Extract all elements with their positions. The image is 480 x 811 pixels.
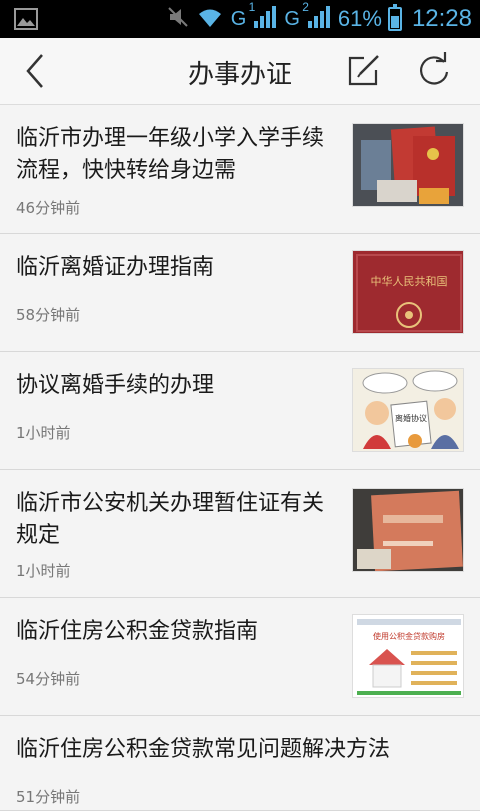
back-icon — [26, 54, 43, 88]
edit-icon — [348, 55, 379, 86]
signal-icon — [306, 5, 332, 34]
list-item[interactable]: 临沂离婚证办理指南 58分钟前 中华人民共和国 — [0, 234, 480, 352]
image-icon — [14, 8, 38, 35]
clock: 12:28 — [411, 5, 472, 32]
status-bar: G1 G2 61% 12:28 — [0, 0, 480, 38]
article-list: 临沂市办理一年级小学入学手续流程，快快转给身边需 46分钟前 临沂离婚证办理指南… — [0, 105, 480, 811]
svg-text:离婚协议: 离婚协议 — [395, 413, 427, 423]
article-title: 临沂离婚证办理指南 — [16, 255, 215, 280]
article-thumbnail — [352, 488, 464, 572]
back-button[interactable] — [18, 51, 58, 91]
wifi-icon — [195, 5, 225, 34]
article-time: 1小时前 — [16, 562, 71, 580]
battery-percent: 61% — [337, 6, 382, 31]
edit-button[interactable] — [344, 50, 384, 90]
article-title: 临沂住房公积金贷款指南 — [16, 619, 259, 644]
network-type-1: G1 — [230, 0, 256, 30]
article-time: 54分钟前 — [16, 670, 81, 688]
svg-text:中华人民共和国: 中华人民共和国 — [371, 274, 448, 288]
page-title: 办事办证 — [187, 60, 292, 90]
svg-text:使用公积金贷款购房: 使用公积金贷款购房 — [373, 631, 445, 641]
article-time: 58分钟前 — [16, 306, 81, 324]
article-thumbnail: 使用公积金贷款购房 — [352, 614, 464, 698]
refresh-button[interactable] — [414, 50, 454, 90]
list-item[interactable]: 临沂住房公积金贷款指南 54分钟前 使用公积金贷款购房 — [0, 598, 480, 716]
article-time: 46分钟前 — [16, 199, 81, 217]
article-thumbnail — [352, 123, 464, 207]
list-item[interactable]: 临沂市公安机关办理暂住证有关规定 1小时前 — [0, 470, 480, 598]
article-thumbnail: 离婚协议 — [352, 368, 464, 452]
article-thumbnail: 中华人民共和国 — [352, 250, 464, 334]
article-title: 临沂住房公积金贷款常见问题解决方法 — [16, 737, 391, 762]
refresh-icon — [420, 52, 449, 85]
article-time: 1小时前 — [16, 424, 71, 442]
battery-icon — [387, 4, 402, 31]
network-type-2: G2 — [284, 0, 309, 30]
app-header: 办事办证 — [0, 38, 480, 105]
list-item[interactable]: 协议离婚手续的办理 1小时前 离婚协议 — [0, 352, 480, 470]
signal-icon — [252, 5, 278, 34]
article-title: 协议离婚手续的办理 — [16, 373, 215, 398]
article-title: 临沂市办理一年级小学入学手续流程，快快转给身边需 — [16, 126, 325, 183]
mute-icon — [167, 5, 189, 34]
list-item[interactable]: 临沂住房公积金贷款常见问题解决方法 51分钟前 — [0, 716, 480, 811]
list-item[interactable]: 临沂市办理一年级小学入学手续流程，快快转给身边需 46分钟前 — [0, 105, 480, 234]
article-title: 临沂市公安机关办理暂住证有关规定 — [16, 491, 325, 548]
article-time: 51分钟前 — [16, 788, 81, 806]
